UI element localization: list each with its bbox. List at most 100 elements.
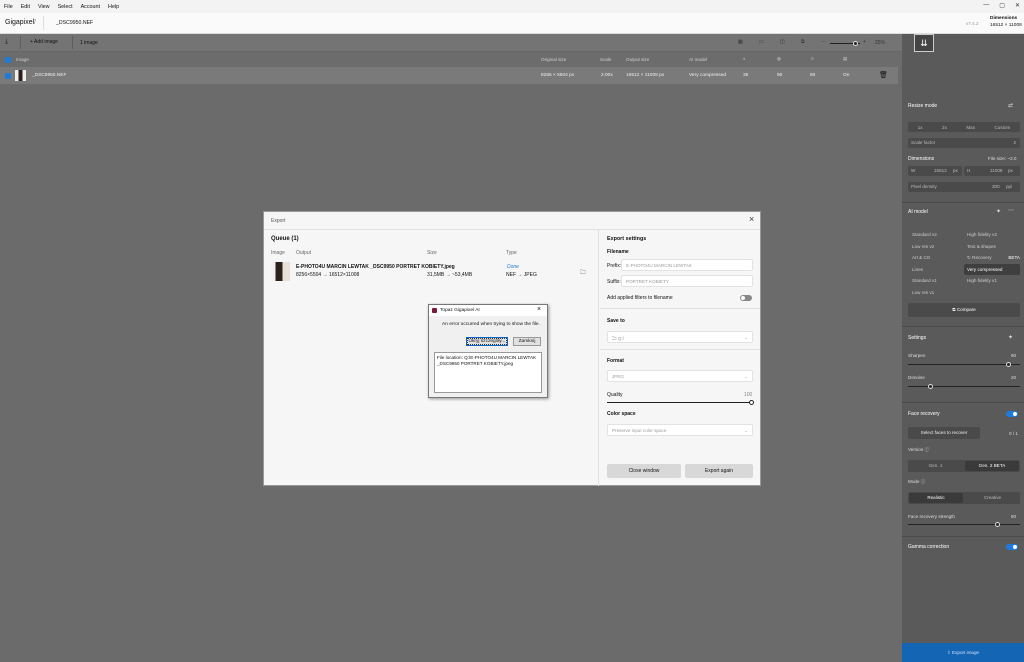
app-version: v7.4.2 [966,21,979,26]
sparkle-icon[interactable]: ✦ [996,208,1001,215]
menu-help[interactable]: Help [108,4,119,10]
auto-settings-icon[interactable]: ✦ [1008,334,1013,341]
close-window-button[interactable]: Close window [607,464,681,478]
col-scale[interactable]: Scale [600,57,612,62]
table-row[interactable]: _DSC9950.NEF 8256 × 5504 px 2.00x 16512 … [0,67,898,84]
divider [902,326,1024,327]
col-sharpen-icon[interactable]: ◐ [743,56,746,61]
scale-factor-field[interactable]: Scale factor 2 [908,138,1020,148]
model-high-fidelity-v2[interactable]: High fidelity v2 [964,229,1020,241]
menu-select[interactable]: Select [58,4,73,10]
pixel-density-field[interactable]: Pixel density 300 ppi [908,182,1020,192]
row-output-size: 16512 × 11008 px [626,73,665,78]
toolbar-divider [72,36,73,49]
export-again-button[interactable]: Export again [685,464,753,478]
format-select[interactable]: JPEG ⌄ [607,370,753,382]
quality-slider-knob[interactable] [749,400,754,405]
scale-2x[interactable]: 2x [942,125,947,130]
model-high-fidelity-v1[interactable]: High fidelity v1 [964,275,1020,287]
view-compare-icon[interactable]: ⧉ [801,39,805,45]
menu-account[interactable]: Account [81,4,100,10]
maximize-icon[interactable]: ▢ [999,2,1005,9]
add-filters-toggle[interactable] [740,295,752,301]
menu-view[interactable]: View [38,4,50,10]
version-text: Version [908,447,924,452]
color-space-select[interactable]: Preserve input color space ⌄ [607,424,753,436]
width-field[interactable]: W 16512 px [908,166,962,176]
gen1-option[interactable]: Gen. 1 [908,460,963,472]
height-field[interactable]: H 11008 px [964,166,1020,176]
menu-edit[interactable]: Edit [21,4,30,10]
col-gamma-icon[interactable]: ▤ [843,56,847,62]
scale-1x[interactable]: 1x [918,125,923,130]
view-single-icon[interactable]: ▭ [759,39,764,45]
model-very-compressed[interactable]: Very compressed [964,263,1020,276]
col-denoise-icon[interactable]: ◍ [777,56,781,62]
info-icon[interactable]: ⓘ [925,447,930,452]
folder-icon[interactable]: 🗀 [580,268,586,278]
view-grid-icon[interactable]: ▦ [738,39,743,45]
suffix-input[interactable]: PORTRET KOBIETY [621,275,753,287]
scale-max[interactable]: Max [966,125,975,130]
view-split-icon[interactable]: ◫ [780,39,785,45]
zoom-in-icon[interactable]: + [863,39,866,45]
realistic-option[interactable]: Realistic [909,493,963,503]
close-icon[interactable]: × [537,306,541,313]
hide-details-button[interactable]: Ukryj szczegóły... [466,337,508,346]
save-to-select[interactable]: 🗀 Q:/⌄ [607,331,753,343]
col-ai-model[interactable]: AI model [689,57,707,62]
select-all-checkbox[interactable] [5,57,11,63]
zoom-slider-knob[interactable] [853,41,858,46]
denoise-slider-knob[interactable] [927,384,933,389]
scale-custom[interactable]: Custom [994,125,1010,130]
swap-icon[interactable]: ⇄ [1008,102,1013,109]
mode-options: Realistic Creative [908,492,1020,504]
denoise-slider[interactable] [908,386,1020,387]
creative-option[interactable]: Creative [965,492,1020,504]
close-window-icon[interactable]: ✕ [1015,2,1020,9]
col-image[interactable]: Image [16,57,29,62]
menu-file[interactable]: File [4,4,13,10]
model-standard-v1[interactable]: Standard v1 [912,275,937,287]
sharpen-slider[interactable] [908,364,1020,365]
toolbar-divider [20,36,21,49]
denoise-value: 20 [1011,375,1017,380]
model-low-res-v1[interactable]: Low res v1 [912,287,937,299]
pixel-density-label: Pixel density [911,184,937,189]
export-image-button[interactable]: ⇪ Export image [902,643,1024,662]
row-checkbox[interactable] [5,73,11,79]
error-details-text[interactable]: File location: Q:/E-PHOTO4U MARCIN LEWTA… [434,352,542,393]
select-faces-button[interactable]: Select faces to recover [908,427,980,439]
strength-slider-knob[interactable] [995,522,1001,527]
more-icon[interactable]: ⋯ [1008,207,1014,214]
close-icon[interactable]: × [749,214,754,224]
import-icon[interactable]: ⤓ [5,38,8,46]
zoom-out-icon[interactable]: − [822,39,825,45]
trash-icon[interactable]: 🗑 [879,71,888,79]
prefix-input[interactable]: E-PHOTO4U MARCIN LEWTAK [621,259,753,271]
col-original-size[interactable]: Original size [541,57,566,62]
gamma-toggle[interactable] [1006,544,1018,550]
row-thumbnail [15,70,26,81]
model-art-cg[interactable]: Art & CG [912,252,937,264]
compare-label: Compare [956,307,976,312]
collapse-panel-icon[interactable]: ⇊ [914,34,934,52]
model-lines[interactable]: Lines [912,264,937,276]
model-text-shapes[interactable]: Text & shapes [964,241,1020,253]
sharpen-slider-knob[interactable] [1006,362,1012,367]
strength-slider[interactable] [908,524,1020,525]
face-recovery-toggle[interactable] [1006,411,1018,417]
add-image-button[interactable]: + Add image [30,39,58,45]
compare-button[interactable]: ⧉ Compare [908,303,1020,317]
col-output-size[interactable]: Output size [626,57,649,62]
model-recovery[interactable]: ↻ Recovery BETA [964,252,1020,264]
app-logo-icon [432,308,437,313]
close-button[interactable]: Zamknij [513,337,541,346]
col-face-icon[interactable]: ☺ [810,56,815,61]
quality-slider[interactable] [607,402,753,403]
model-low-res-v2[interactable]: Low res v2 [912,241,937,253]
model-standard-v2[interactable]: Standard v2 [912,229,937,241]
minimize-icon[interactable]: — [983,2,989,9]
gen2-option[interactable]: Gen. 2 BETA [965,461,1019,471]
info-icon[interactable]: ⓘ [921,479,926,484]
